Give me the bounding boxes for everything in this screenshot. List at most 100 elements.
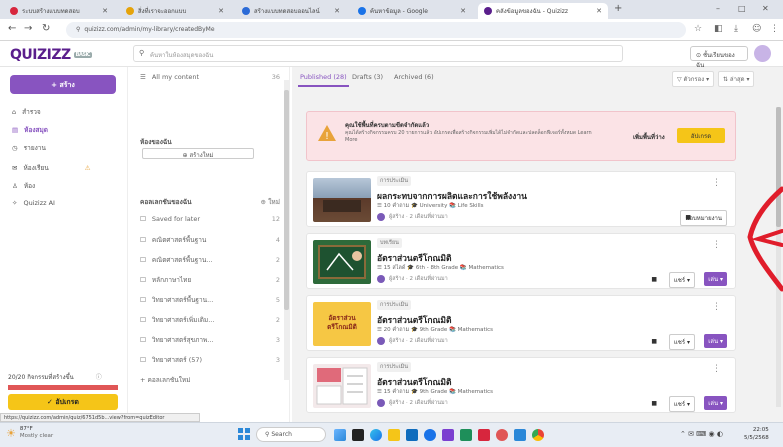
banner-upgrade-button[interactable]: อัปเกรด xyxy=(677,128,725,143)
extensions-icon[interactable]: ◧ xyxy=(714,24,723,34)
collection-item[interactable]: ☐ คณิตศาสตร์พื้นฐาน... 2 xyxy=(140,255,280,265)
reload-icon[interactable]: ↻ xyxy=(42,23,50,34)
forward-icon[interactable]: → xyxy=(24,23,32,34)
content-card[interactable]: การประเมิน ผลกระทบจากการผลิตและการใช้พลั… xyxy=(306,171,736,227)
browser-menu-icon[interactable]: ⋮ xyxy=(770,24,779,34)
upgrade-button[interactable]: ✓ อัปเกรด xyxy=(8,394,118,410)
close-window-icon[interactable]: ✕ xyxy=(762,4,769,13)
close-tab-icon[interactable]: ✕ xyxy=(218,7,224,15)
play-button[interactable]: เล่น ▾ xyxy=(704,272,727,286)
task-view-icon[interactable] xyxy=(352,429,364,441)
close-tab-icon[interactable]: ✕ xyxy=(460,7,466,15)
tab-archived[interactable]: Archived (6) xyxy=(392,69,436,85)
windows-start-icon[interactable] xyxy=(238,428,250,440)
close-tab-icon[interactable]: ✕ xyxy=(334,7,340,15)
add-space-link[interactable]: เพิ่มพื้นที่ว่าง xyxy=(633,132,665,142)
maximize-icon[interactable]: □ xyxy=(738,4,746,13)
card-title[interactable]: ผลกระทบจากการผลิตและการใช้พลังงาน xyxy=(377,189,527,203)
browser-tab[interactable]: ค้นหาข้อมูล - Google ✕ xyxy=(352,3,472,19)
info-icon[interactable]: ⓘ xyxy=(96,374,102,381)
banner-title: คุณใช้พื้นที่ครบตามขีดจำกัดแล้ว xyxy=(345,122,430,129)
site-info-icon[interactable]: ⚲ xyxy=(76,26,80,33)
card-type-tag: การประเมิน xyxy=(377,362,412,372)
share-button[interactable]: แชร์ ▾ xyxy=(668,272,695,288)
sidebar-item-library[interactable]: ▤ ห้องสมุด xyxy=(12,125,48,135)
more-options-icon[interactable]: ⋮ xyxy=(712,364,721,374)
folder-icon[interactable]: ■ xyxy=(647,274,661,285)
sidebar-item-quizizz-ai[interactable]: ✧ Quizizz AI xyxy=(12,199,55,207)
more-options-icon[interactable]: ⋮ xyxy=(712,240,721,250)
profile-icon[interactable]: ☺ xyxy=(752,24,761,34)
sort-button[interactable]: ⇅ ล่าสุด ▾ xyxy=(718,71,755,87)
app-icon[interactable] xyxy=(514,429,526,441)
sidebar-item-explore[interactable]: ⌂ สำรวจ xyxy=(12,107,41,117)
collection-item[interactable]: ☐ วิทยาศาสตร์สุขภาพ... 3 xyxy=(140,335,280,345)
system-tray-icons[interactable]: ⌃ ✉ ⌨ ◉ ◐ xyxy=(680,430,723,438)
my-classes-button[interactable]: ⊙ ชั้นเรียนของฉัน xyxy=(690,46,748,69)
chrome-icon[interactable] xyxy=(424,429,436,441)
sidebar-item-reports[interactable]: ◷ รายงาน xyxy=(12,143,46,153)
tab-published[interactable]: Published (28) xyxy=(298,69,349,87)
collection-item[interactable]: ☐ วิทยาศาสตร์ (57) 3 xyxy=(140,355,280,365)
chrome-icon[interactable] xyxy=(532,429,544,441)
folder-icon[interactable]: ■ xyxy=(647,398,661,409)
taskbar-search[interactable]: ⚲ Search xyxy=(256,427,326,442)
user-avatar[interactable] xyxy=(754,45,771,62)
widgets-icon[interactable] xyxy=(334,429,346,441)
play-button[interactable]: เล่น ▾ xyxy=(704,396,727,410)
weather-widget[interactable]: ☀ 87°F Mostly clear xyxy=(6,426,53,440)
new-collection-button[interactable]: ⊕ ใหม่ xyxy=(261,197,280,207)
collection-item[interactable]: ☐ วิทยาศาสตร์พื้นฐาน... 5 xyxy=(140,295,280,305)
content-card[interactable]: การประเมิน อัตราส่วนตรีโกณมิติ ☰ 15 คำถา… xyxy=(306,357,736,413)
quizizz-logo[interactable]: QUIZIZZ BASIC xyxy=(10,47,92,63)
more-options-icon[interactable]: ⋮ xyxy=(712,302,721,312)
collection-item[interactable]: ☐ วิทยาศาสตร์เพิ่มเติม... 2 xyxy=(140,315,280,325)
assign-button[interactable]: มอบหมายงาน xyxy=(680,210,727,226)
clock[interactable]: 22:05 5/5/2568 xyxy=(744,426,769,442)
more-options-icon[interactable]: ⋮ xyxy=(712,178,721,188)
app-icon[interactable] xyxy=(478,429,490,441)
back-icon[interactable]: ← xyxy=(8,23,16,34)
sidebar-item-classes[interactable]: ✉ ห้องเรียน ⚠ xyxy=(12,163,91,173)
all-content-item[interactable]: ☰ All my content 36 xyxy=(140,73,280,81)
new-collection-link[interactable]: + คอลเลกชันใหม่ xyxy=(140,375,280,385)
collection-item[interactable]: ☐ Saved for later 12 xyxy=(140,215,280,223)
sidebar-item-rooms[interactable]: ♙ ห้อง xyxy=(12,181,35,191)
card-title[interactable]: อัตราส่วนตรีโกณมิติ xyxy=(377,375,452,389)
card-title[interactable]: อัตราส่วนตรีโกณมิติ xyxy=(377,313,452,327)
card-title[interactable]: อัตราส่วนตรีโกณมิติ xyxy=(377,251,452,265)
store-icon[interactable] xyxy=(406,429,418,441)
app-icon[interactable] xyxy=(460,429,472,441)
close-tab-icon[interactable]: ✕ xyxy=(102,7,108,15)
collection-item[interactable]: ☐ คณิตศาสตร์พื้นฐาน 4 xyxy=(140,235,280,245)
new-tab-icon[interactable]: + xyxy=(614,3,622,14)
browser-tab[interactable]: สร้างแบบทดสอบออนไลน์ ✕ xyxy=(236,3,346,19)
browser-tab[interactable]: ระบบสร้างแบบทดสอบ ✕ xyxy=(4,3,114,19)
card-author: ผู้สร้าง · 2 เดือนที่ผ่านมา xyxy=(377,337,448,345)
folder-icon[interactable]: ■ xyxy=(647,336,661,347)
edge-browser-icon[interactable] xyxy=(370,429,382,441)
filter-button[interactable]: ▽ ตัวกรอง ▾ xyxy=(672,71,715,87)
collection-item[interactable]: ☐ หลักภาษาไทย 2 xyxy=(140,275,280,285)
content-card[interactable]: อัตราส่วนตรีโกณมิติ การประเมิน อัตราส่วน… xyxy=(306,295,736,351)
minimize-icon[interactable]: – xyxy=(716,4,720,13)
share-button[interactable]: แชร์ ▾ xyxy=(668,334,695,350)
tab-drafts[interactable]: Drafts (3) xyxy=(350,69,385,85)
app-icon[interactable] xyxy=(442,429,454,441)
new-room-button[interactable]: ⊕ สร้างใหม่ xyxy=(142,148,254,159)
library-search-input[interactable]: ⚲ ค้นหาในห้องสมุดของฉัน xyxy=(133,45,623,62)
play-button[interactable]: เล่น ▾ xyxy=(704,334,727,348)
download-icon[interactable]: ⤓ xyxy=(734,24,738,34)
close-tab-icon[interactable]: ✕ xyxy=(596,7,602,15)
url-field[interactable]: ⚲ quizizz.com/admin/my-library/createdByM… xyxy=(66,22,686,38)
file-explorer-icon[interactable] xyxy=(388,429,400,441)
share-button[interactable]: แชร์ ▾ xyxy=(668,396,695,412)
content-card[interactable]: บทเรียน อัตราส่วนตรีโกณมิติ ☰ 15 สไลด์ 🎓… xyxy=(306,233,736,289)
browser-tab-active[interactable]: คลังข้อมูลของฉัน - Quizizz ✕ xyxy=(478,3,608,19)
scrollbar-thumb[interactable] xyxy=(284,90,289,310)
app-icon[interactable] xyxy=(496,429,508,441)
bookmark-star-icon[interactable]: ☆ xyxy=(694,24,702,34)
folder-scrollbar[interactable] xyxy=(284,80,289,380)
create-button[interactable]: + สร้าง xyxy=(10,75,116,94)
browser-tab[interactable]: สิ่งที่เราจะออกแบบ ✕ xyxy=(120,3,230,19)
